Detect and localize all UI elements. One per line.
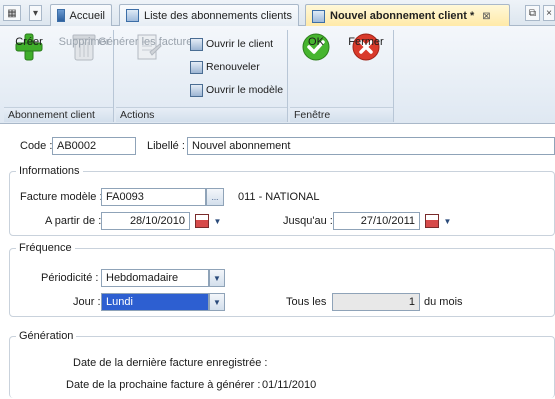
home-icon (57, 9, 65, 22)
ribbon-group-actions-label: Actions (116, 107, 287, 122)
ok-label: OK (308, 36, 324, 48)
creer-label: Créer (15, 36, 43, 48)
tab-liste-label: Liste des abonnements clients (144, 9, 292, 22)
tab-accueil[interactable]: Accueil (50, 4, 112, 26)
jour-select[interactable]: Lundi (101, 293, 209, 311)
jour-dropdown-button[interactable]: ▼ (209, 293, 225, 311)
calendar-icon[interactable] (425, 214, 439, 228)
code-input[interactable]: AB0002 (52, 137, 136, 155)
layout-toggle-button[interactable]: ▦ (3, 5, 21, 21)
jusquau-dropdown-button[interactable]: ▼ (441, 212, 454, 230)
restore-window-button[interactable]: ⧉ (525, 5, 540, 21)
periodicite-select[interactable]: Hebdomadaire (101, 269, 209, 287)
document-renew-icon (190, 60, 203, 74)
jusquau-date-input[interactable]: 27/10/2011 (333, 212, 420, 230)
ok-button[interactable]: OK (296, 32, 336, 62)
apartir-dropdown-button[interactable]: ▼ (211, 212, 224, 230)
tab-nouvel-abonnement[interactable]: Nouvel abonnement client * ⊠ (305, 4, 510, 27)
fermer-button[interactable]: Fermer (344, 32, 388, 62)
libelle-label: Libellé : (147, 140, 185, 152)
ouvrir-modele-button[interactable]: Ouvrir le modèle (190, 82, 283, 98)
list-icon (126, 9, 139, 22)
ribbon-group-abonnement-label: Abonnement client (4, 107, 113, 122)
ribbon-group-fenetre-label: Fenêtre (290, 107, 393, 122)
informations-title: Informations (16, 165, 83, 177)
tousles-input[interactable]: 1 (332, 293, 420, 311)
apartir-date-input[interactable]: 28/10/2010 (101, 212, 190, 230)
facture-modele-description: 011 - NATIONAL (238, 191, 320, 203)
renouveler-button[interactable]: Renouveler (190, 59, 260, 75)
jour-label: Jour : (73, 296, 101, 308)
facture-modele-browse-button[interactable]: ... (206, 188, 224, 206)
ribbon-group-actions: Générer les factures Ouvrir le client Re… (98, 30, 288, 122)
creer-button[interactable]: Créer (8, 32, 50, 62)
generation-title: Génération (16, 330, 77, 342)
tab-nouvel-label: Nouvel abonnement client * (330, 10, 475, 22)
periodicite-label: Périodicité : (41, 272, 99, 284)
ouvrir-modele-label: Ouvrir le modèle (206, 84, 284, 96)
libelle-input[interactable]: Nouvel abonnement (187, 137, 555, 155)
facture-modele-input[interactable]: FA0093 (101, 188, 206, 206)
ribbon-group-fenetre: OK Fermer Fenêtre (290, 30, 394, 122)
document-open-icon (190, 83, 203, 97)
renouveler-label: Renouveler (206, 61, 260, 73)
tab-liste-abonnements[interactable]: Liste des abonnements clients (119, 4, 299, 26)
abonnement-form: Code : AB0002 Libellé : Nouvel abonnemen… (0, 125, 555, 399)
close-tab-icon[interactable]: ⊠ (482, 11, 490, 22)
unit-label: du mois (424, 296, 463, 308)
periodicite-dropdown-button[interactable]: ▼ (209, 269, 225, 287)
fermer-label: Fermer (348, 36, 384, 48)
prochaine-facture-value: 01/11/2010 (262, 379, 317, 391)
facture-modele-label: Facture modèle : (20, 191, 103, 203)
jusquau-label: Jusqu'au : (283, 215, 333, 227)
document-icon (312, 9, 325, 23)
ribbon: Créer Supprimer Abonnement client Génére… (0, 26, 555, 124)
ouvrir-client-label: Ouvrir le client (206, 38, 274, 50)
code-label: Code : (20, 140, 53, 152)
tab-accueil-label: Accueil (69, 9, 105, 22)
tab-strip: ▦ ▾ Accueil Liste des abonnements client… (0, 0, 555, 27)
close-window-button[interactable]: × (543, 5, 555, 21)
ouvrir-client-button[interactable]: Ouvrir le client (190, 36, 273, 52)
prochaine-facture-label: Date de la prochaine facture à générer : (66, 379, 261, 391)
users-icon (190, 37, 203, 51)
tousles-label: Tous les (286, 296, 327, 308)
tab-menu-dropdown[interactable]: ▾ (29, 5, 42, 21)
generer-factures-label: Générer les factures (98, 36, 198, 48)
generer-factures-button[interactable]: Générer les factures (98, 32, 198, 62)
frequence-title: Fréquence (16, 242, 75, 254)
calendar-icon[interactable] (195, 214, 209, 228)
derniere-facture-label: Date de la dernière facture enregistrée … (73, 357, 268, 369)
apartir-label: A partir de : (45, 215, 102, 227)
